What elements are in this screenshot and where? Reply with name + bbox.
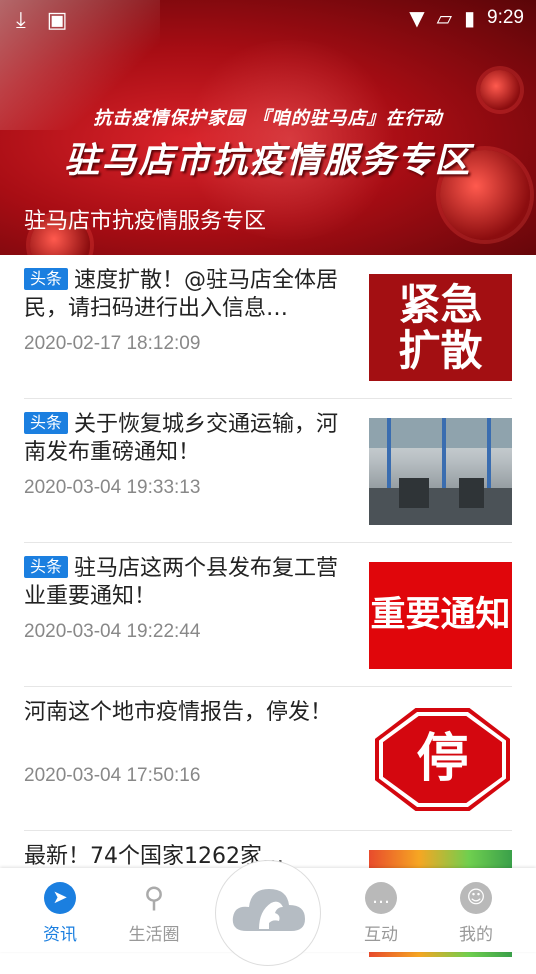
news-date: 2020-03-04 19:22:44	[24, 621, 201, 642]
headline-tag: 头条	[24, 556, 69, 578]
tab-interaction[interactable]: … 互动	[331, 868, 431, 952]
news-item[interactable]: 头条 速度扩散！@驻马店全体居民，请扫码进行出入信息… 2020-02-17 18…	[24, 255, 512, 398]
news-title: 头条 关于恢复城乡交通运输，河南发布重磅通知！	[24, 412, 339, 465]
news-title: 头条 驻马店这两个县发布复工营业重要通知！	[24, 556, 339, 609]
tab-news[interactable]: ➤ 资讯	[10, 868, 110, 952]
top-banner[interactable]: 抗击疫情保护家园 『咱的驻马店』在行动 驻马店市抗疫情服务专区 驻马店市抗疫情服…	[0, 0, 536, 255]
wifi-icon: ▼	[409, 6, 425, 30]
location-pin-icon: ⚲	[143, 881, 165, 914]
banner-title: 驻马店市抗疫情服务专区	[64, 141, 472, 181]
tab-label: 资讯	[43, 925, 77, 945]
news-thumbnail: 紧急扩散	[369, 274, 512, 381]
headline-tag: 头条	[24, 412, 69, 434]
bus-interior-image	[369, 418, 512, 525]
no-sim-icon: ▱	[436, 6, 452, 30]
tab-mine[interactable]: ☺ 我的	[426, 868, 526, 952]
news-item[interactable]: 头条 关于恢复城乡交通运输，河南发布重磅通知！ 2020-03-04 19:33:…	[24, 399, 512, 542]
news-title: 最新！74个国家1262家…	[24, 844, 284, 869]
news-thumbnail: 停	[369, 706, 512, 813]
compass-icon: ➤	[44, 882, 76, 914]
news-thumbnail	[369, 418, 512, 525]
banner-caption: 驻马店市抗疫情服务专区	[24, 209, 267, 234]
status-bar: ⤓ ▣ ▼ ▱ ▮ 9:29	[0, 0, 536, 38]
banner-subtitle: 抗击疫情保护家园 『咱的驻马店』在行动	[93, 108, 443, 129]
news-thumbnail: 重要通知	[369, 562, 512, 669]
news-title: 河南这个地市疫情报告，停发！	[24, 700, 333, 725]
tab-label: 互动	[364, 925, 398, 945]
status-time: 9:29	[487, 7, 524, 28]
news-item[interactable]: 河南这个地市疫情报告，停发！ 2020-03-04 17:50:16 停	[24, 687, 512, 830]
tab-life-circle[interactable]: ⚲ 生活圈	[104, 868, 204, 952]
thumbnail-text: 紧急扩散	[398, 280, 483, 375]
news-item[interactable]: 头条 驻马店这两个县发布复工营业重要通知！ 2020-03-04 19:22:44…	[24, 543, 512, 686]
news-date: 2020-03-04 17:50:16	[24, 765, 201, 786]
status-notifications: ⤓ ▣	[16, 8, 68, 33]
chat-bubble-icon: …	[365, 882, 397, 914]
news-date: 2020-02-17 18:12:09	[24, 333, 201, 354]
center-home-button[interactable]	[215, 860, 321, 966]
news-title: 头条 速度扩散！@驻马店全体居民，请扫码进行出入信息…	[24, 268, 339, 321]
battery-charging-icon: ▮	[464, 6, 476, 30]
smiley-icon: ☺	[460, 882, 492, 914]
headline-tag: 头条	[24, 268, 69, 290]
cloud-horse-logo-icon	[232, 889, 305, 931]
image-icon: ▣	[46, 8, 68, 33]
news-date: 2020-03-04 19:33:13	[24, 477, 201, 498]
tab-label: 我的	[459, 925, 493, 945]
tab-label: 生活圈	[128, 925, 180, 945]
download-icon: ⤓	[16, 8, 26, 33]
